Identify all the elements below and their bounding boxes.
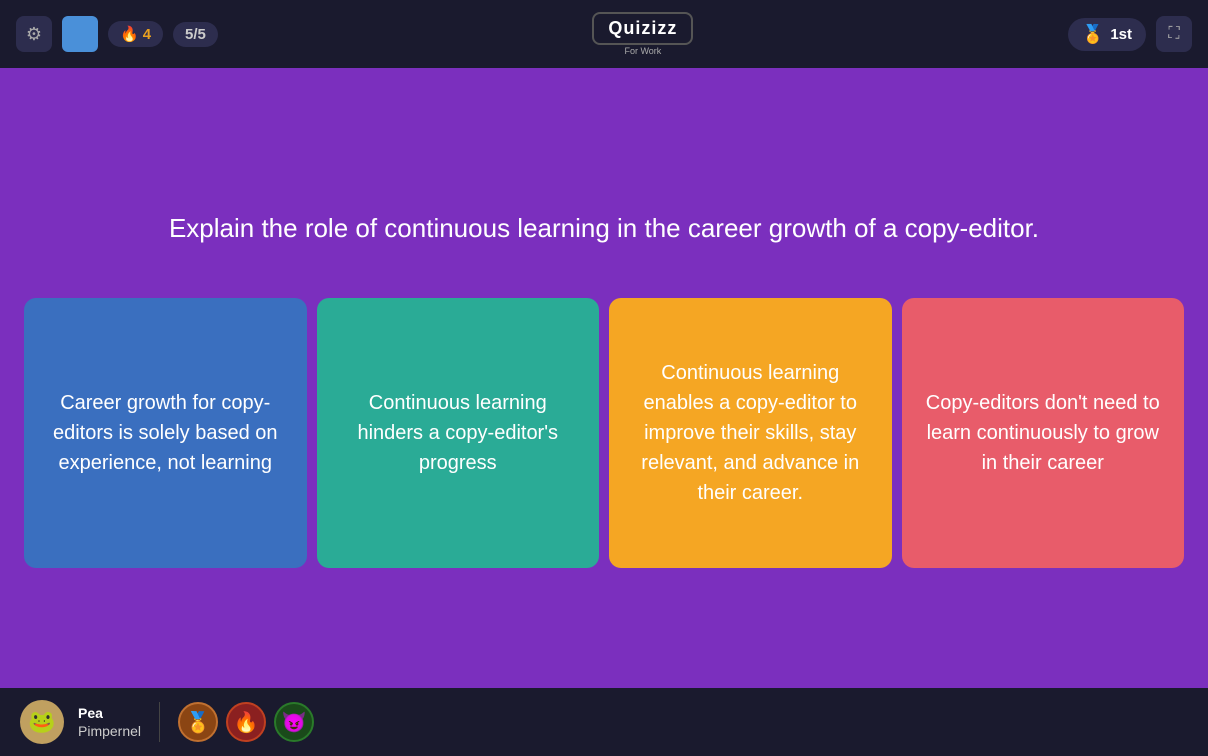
badge-1: 🏅 (178, 702, 218, 742)
badge-icon-1: 🏅 (186, 710, 211, 735)
player-first-name: Pea (78, 704, 141, 722)
top-bar-right: 🏅 1st ⛶ (1068, 16, 1192, 52)
badge-icon-2: 🔥 (234, 710, 259, 735)
answer-card-c[interactable]: Continuous learning enables a copy-edito… (609, 298, 892, 568)
avatar-emoji: 🐸 (28, 709, 55, 735)
progress-badge: 5/5 (173, 22, 218, 47)
answer-text-d: Copy-editors don't need to learn continu… (926, 388, 1161, 478)
badge-3: 😈 (274, 702, 314, 742)
badge-icon-3: 😈 (282, 710, 307, 735)
player-last-name: Pimpernel (78, 722, 141, 740)
player-badges: 🏅 🔥 😈 (178, 702, 314, 742)
bottom-bar: 🐸 Pea Pimpernel 🏅 🔥 😈 (0, 688, 1208, 756)
rank-icon: 🏅 (1082, 24, 1104, 45)
answer-card-b[interactable]: Continuous learning hinders a copy-edito… (317, 298, 600, 568)
logo-text: Quizizz (608, 18, 677, 38)
top-bar-left: ⚙ 🔥 4 5/5 (16, 16, 218, 52)
quizizz-logo: Quizizz For Work (592, 12, 693, 56)
player-avatar: 🐸 (20, 700, 64, 744)
rank-badge: 🏅 1st (1068, 18, 1146, 51)
streak-count: 4 (143, 26, 151, 43)
progress-text: 5/5 (185, 26, 206, 43)
question-text: Explain the role of continuous learning … (169, 209, 1039, 248)
streak-badge: 🔥 4 (108, 21, 163, 47)
rank-text: 1st (1110, 26, 1132, 43)
top-bar: ⚙ 🔥 4 5/5 Quizizz For Work 🏅 1st ⛶ (0, 0, 1208, 68)
fullscreen-button[interactable]: ⛶ (1156, 16, 1192, 52)
divider (159, 702, 160, 742)
badge-2: 🔥 (226, 702, 266, 742)
gear-button[interactable]: ⚙ (16, 16, 52, 52)
answer-card-a[interactable]: Career growth for copy-editors is solely… (24, 298, 307, 568)
logo-box: Quizizz (592, 12, 693, 45)
answer-text-a: Career growth for copy-editors is solely… (48, 388, 283, 478)
fullscreen-icon: ⛶ (1168, 25, 1179, 43)
fire-icon: 🔥 (120, 25, 139, 43)
main-content: Explain the role of continuous learning … (0, 68, 1208, 688)
answer-text-c: Continuous learning enables a copy-edito… (633, 358, 868, 508)
answer-card-d[interactable]: Copy-editors don't need to learn continu… (902, 298, 1185, 568)
answer-text-b: Continuous learning hinders a copy-edito… (341, 388, 576, 478)
player-name: Pea Pimpernel (78, 704, 141, 740)
answers-grid: Career growth for copy-editors is solely… (24, 298, 1184, 568)
user-avatar-square (62, 16, 98, 52)
gear-icon: ⚙ (26, 24, 42, 45)
logo-subtext: For Work (624, 46, 661, 56)
